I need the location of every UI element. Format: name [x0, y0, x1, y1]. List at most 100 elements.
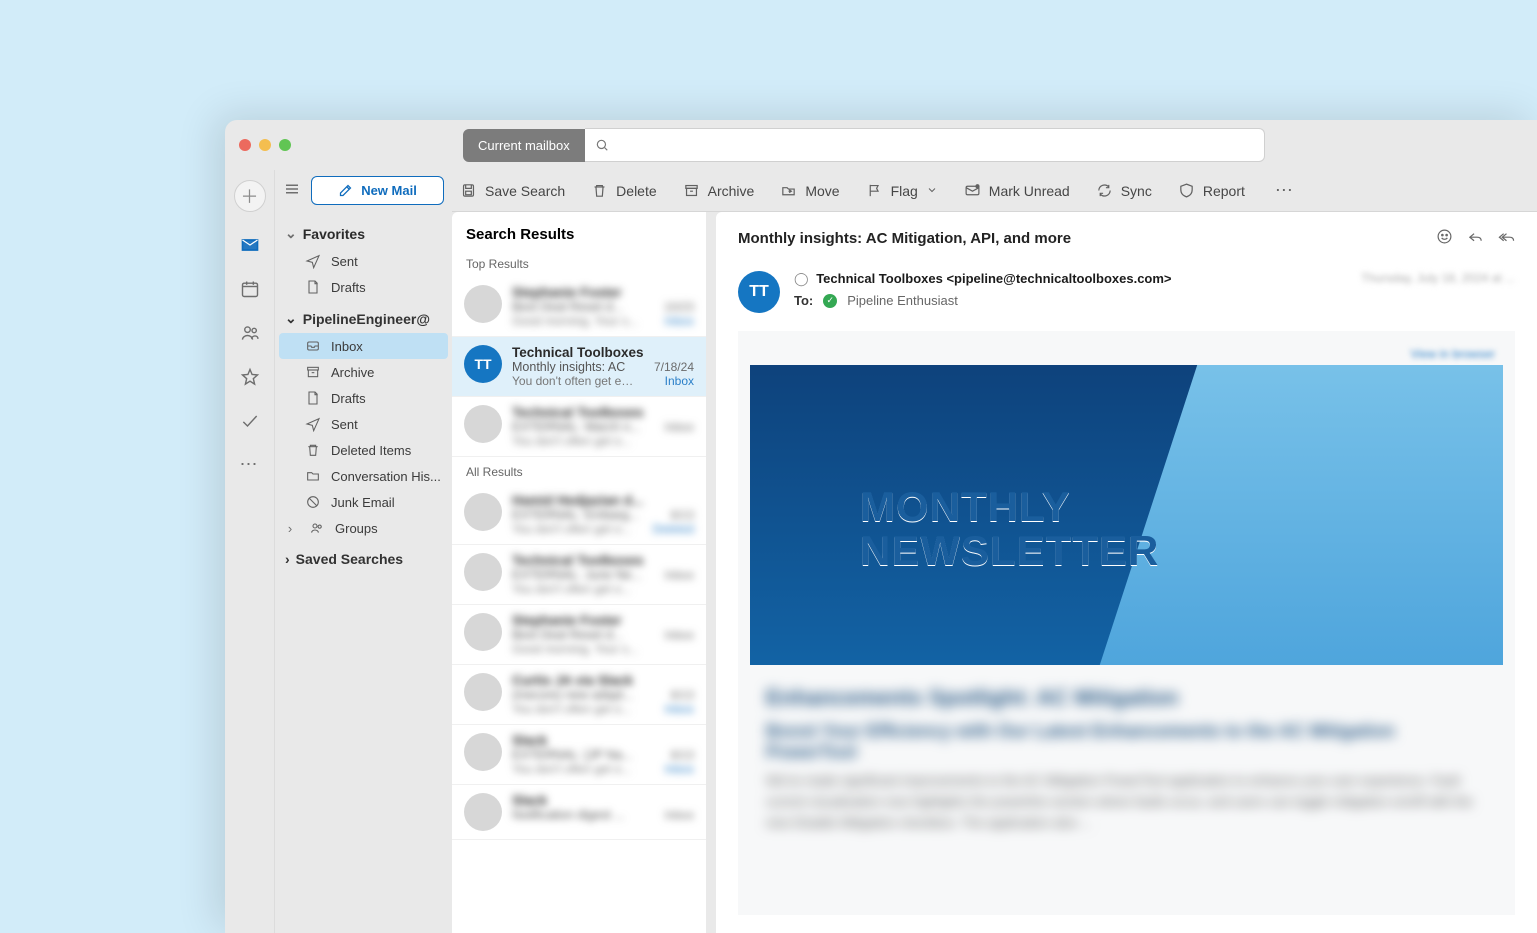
reply-all-icon[interactable] [1498, 228, 1515, 249]
window-minimize-button[interactable] [259, 139, 271, 151]
sidebar-item-conversation-history[interactable]: Conversation His... [275, 463, 452, 489]
mail-rail-icon[interactable] [239, 234, 261, 256]
sidebar-item-label: Conversation His... [331, 469, 441, 484]
avatar [464, 285, 502, 323]
compose-circle-button[interactable]: ＋ [234, 180, 266, 212]
draft-icon [305, 279, 321, 295]
sidebar-item-drafts[interactable]: Drafts [275, 385, 452, 411]
list-item[interactable]: Curtis JA via Slack(mecore) new adapt...… [452, 665, 706, 725]
toolbar: Save Search Delete Archive Move [452, 170, 1537, 212]
sidebar-item-favorite-sent[interactable]: Sent [275, 248, 452, 274]
avatar [464, 733, 502, 771]
save-search-button[interactable]: Save Search [460, 182, 565, 199]
new-mail-button[interactable]: New Mail [311, 176, 444, 205]
chevron-down-icon: ⌄ [285, 310, 297, 327]
sidebar-item-deleted[interactable]: Deleted Items [275, 437, 452, 463]
sidebar-item-inbox[interactable]: Inbox [279, 333, 448, 359]
sidebar-item-label: Archive [331, 365, 374, 380]
list-item-selected[interactable]: TT Technical Toolboxes Monthly insights:… [452, 337, 706, 397]
hero-line1: MONTHLY [860, 485, 1159, 529]
sidebar-item-sent[interactable]: Sent [275, 411, 452, 437]
sidebar-item-label: Junk Email [331, 495, 395, 510]
paper-plane-icon [305, 253, 321, 269]
saved-searches-header[interactable]: › Saved Searches [275, 541, 452, 573]
avatar [464, 793, 502, 831]
report-button[interactable]: Report [1178, 182, 1245, 199]
account-label: PipelineEngineer@ [303, 311, 430, 327]
from-display: Technical Toolboxes <pipeline@technicalt… [816, 271, 1171, 286]
sidebar-item-groups[interactable]: › Groups [275, 515, 452, 541]
search-icon [595, 138, 609, 152]
delete-button[interactable]: Delete [591, 182, 656, 199]
calendar-rail-icon[interactable] [239, 278, 261, 300]
sidebar-item-favorite-drafts[interactable]: Drafts [275, 274, 452, 300]
sidebar-item-label: Groups [335, 521, 378, 536]
to-name: Pipeline Enthusiast [847, 293, 958, 308]
toolbar-overflow-button[interactable]: ⋯ [1275, 180, 1293, 201]
account-section-header[interactable]: ⌄ PipelineEngineer@ [275, 300, 452, 333]
archive-icon [683, 182, 700, 199]
sidebar-item-archive[interactable]: Archive [275, 359, 452, 385]
avatar [464, 613, 502, 651]
search-field[interactable] [609, 138, 1254, 153]
message-list: Search Results Top Results Stephanie Fos… [452, 212, 706, 933]
toolbar-label: Save Search [485, 183, 565, 199]
flag-button[interactable]: Flag [866, 182, 938, 199]
to-label: To: [794, 293, 813, 308]
app-window: Current mailbox ＋ [225, 120, 1537, 933]
mail-body: View in browser MONTHLY NEWSLETTER Enhan… [738, 331, 1515, 915]
list-item[interactable]: Stephanie FosterBest Deal Reset d...Inbo… [452, 605, 706, 665]
search-input[interactable] [585, 128, 1265, 162]
toolbar-label: Archive [708, 183, 755, 199]
article-heading: Enhancements Spotlight: AC Mitigation [766, 685, 1487, 711]
list-item[interactable]: SlackNotification digest ...Inbox [452, 785, 706, 840]
mark-unread-button[interactable]: Mark Unread [964, 182, 1070, 199]
window-zoom-button[interactable] [279, 139, 291, 151]
rail-more-icon[interactable]: ⋯ [240, 454, 260, 475]
trash-icon [305, 442, 321, 458]
sync-icon [1096, 182, 1113, 199]
window-close-button[interactable] [239, 139, 251, 151]
chevron-right-icon: › [285, 521, 295, 536]
list-item[interactable]: Technical Toolboxes EXTERNAL: March n...… [452, 397, 706, 457]
newsletter-hero: MONTHLY NEWSLETTER [750, 365, 1503, 665]
tasks-check-rail-icon[interactable] [239, 410, 261, 432]
avatar: TT [464, 345, 502, 383]
sidebar-item-junk[interactable]: Junk Email [275, 489, 452, 515]
chevron-down-icon: ⌄ [285, 225, 297, 242]
sidebar-item-label: Drafts [331, 280, 366, 295]
article-paragraph: We've made significant improvements to t… [766, 771, 1487, 833]
favorites-star-rail-icon[interactable] [239, 366, 261, 388]
toolbar-label: Sync [1121, 183, 1152, 199]
search-scope-pill[interactable]: Current mailbox [463, 129, 585, 162]
list-title: Search Results [452, 212, 706, 249]
favorites-label: Favorites [303, 226, 365, 242]
hamburger-icon[interactable] [283, 180, 301, 201]
trash-icon [591, 182, 608, 199]
favorites-section-header[interactable]: ⌄ Favorites [275, 215, 452, 248]
people-rail-icon[interactable] [239, 322, 261, 344]
folder-icon [305, 468, 321, 484]
move-button[interactable]: Move [780, 182, 839, 199]
archive-button[interactable]: Archive [683, 182, 755, 199]
nav-rail: ＋ ⋯ [225, 170, 275, 933]
list-item[interactable]: Hamid Hedjazian d...EXTERNAL: Embarg...8… [452, 485, 706, 545]
sidebar-item-label: Sent [331, 417, 358, 432]
move-icon [780, 182, 797, 199]
reader-subject: Monthly insights: AC Mitigation, API, an… [738, 230, 1071, 247]
people-icon [309, 520, 325, 536]
sidebar-item-label: Deleted Items [331, 443, 411, 458]
list-item[interactable]: SlackEXTERNAL: [JP Na...8/13You don't of… [452, 725, 706, 785]
sync-button[interactable]: Sync [1096, 182, 1152, 199]
verified-check-icon: ✓ [823, 294, 837, 308]
react-smiley-icon[interactable] [1436, 228, 1453, 249]
reply-icon[interactable] [1467, 228, 1484, 249]
toolbar-label: Mark Unread [989, 183, 1070, 199]
list-item[interactable]: Technical ToolboxesEXTERNAL: June Ne...I… [452, 545, 706, 605]
sidebar-item-label: Drafts [331, 391, 366, 406]
toolbar-label: Delete [616, 183, 656, 199]
sidebar-item-label: Sent [331, 254, 358, 269]
view-in-browser-link[interactable]: View in browser [750, 343, 1503, 365]
list-item[interactable]: Stephanie Foster Best Deal Reset d...10/… [452, 277, 706, 337]
chevron-right-icon: › [285, 551, 290, 567]
